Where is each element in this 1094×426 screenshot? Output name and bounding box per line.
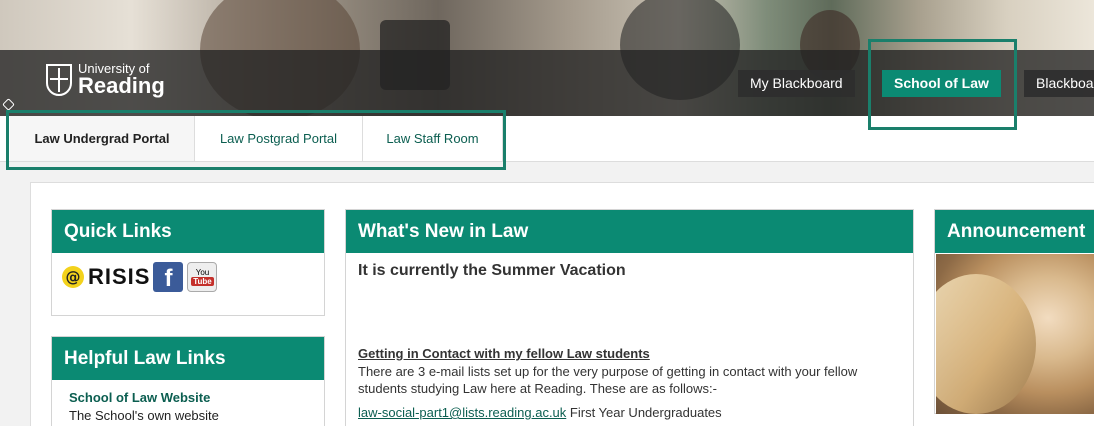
whats-new-subtitle: It is currently the Summer Vacation — [358, 262, 626, 279]
tab-my-blackboard[interactable]: My Blackboard — [738, 70, 855, 97]
email-list-link[interactable]: law-social-part1@lists.reading.ac.uk — [358, 405, 566, 420]
quick-links-icons: @ RISIS f You Tube — [52, 253, 324, 301]
facebook-icon[interactable]: f — [153, 262, 184, 292]
announcements-title: Announcement — [935, 210, 1094, 253]
youtube-icon-bottom: Tube — [191, 277, 214, 286]
highlight-box-portal-tabs — [6, 110, 506, 170]
quick-links-title: Quick Links — [52, 210, 324, 253]
announcements-panel: Announcement — [934, 209, 1094, 414]
tab-blackboard[interactable]: Blackboa — [1024, 70, 1094, 97]
risis-link[interactable]: RISIS — [88, 264, 150, 290]
crest-icon — [46, 63, 72, 96]
logo-text: University of Reading — [78, 62, 165, 97]
contact-paragraph: There are 3 e-mail lists set up for the … — [358, 364, 858, 396]
helpful-links-title: Helpful Law Links — [52, 337, 324, 380]
contact-heading: Getting in Contact with my fellow Law st… — [358, 346, 650, 361]
whats-new-title: What's New in Law — [346, 210, 913, 253]
whats-new-panel: What's New in Law It is currently the Su… — [345, 209, 914, 426]
youtube-icon-top: You — [195, 268, 210, 277]
school-of-law-website-link[interactable]: School of Law Website — [69, 390, 324, 405]
school-of-law-website-desc: The School's own website — [69, 408, 219, 423]
quick-links-panel: Quick Links @ RISIS f You Tube — [51, 209, 325, 316]
university-logo[interactable]: University of Reading — [46, 62, 165, 97]
announcement-image — [936, 254, 1094, 414]
highlight-box-school-of-law — [868, 39, 1017, 130]
list-item: law-social-part1@lists.reading.ac.uk Fir… — [358, 405, 913, 420]
email-list-desc: First Year Undergraduates — [569, 405, 722, 420]
helpful-links-panel: Helpful Law Links School of Law Website … — [51, 336, 325, 426]
youtube-icon[interactable]: You Tube — [187, 262, 218, 292]
email-at-icon[interactable]: @ — [62, 266, 84, 288]
logo-line2: Reading — [78, 73, 165, 98]
